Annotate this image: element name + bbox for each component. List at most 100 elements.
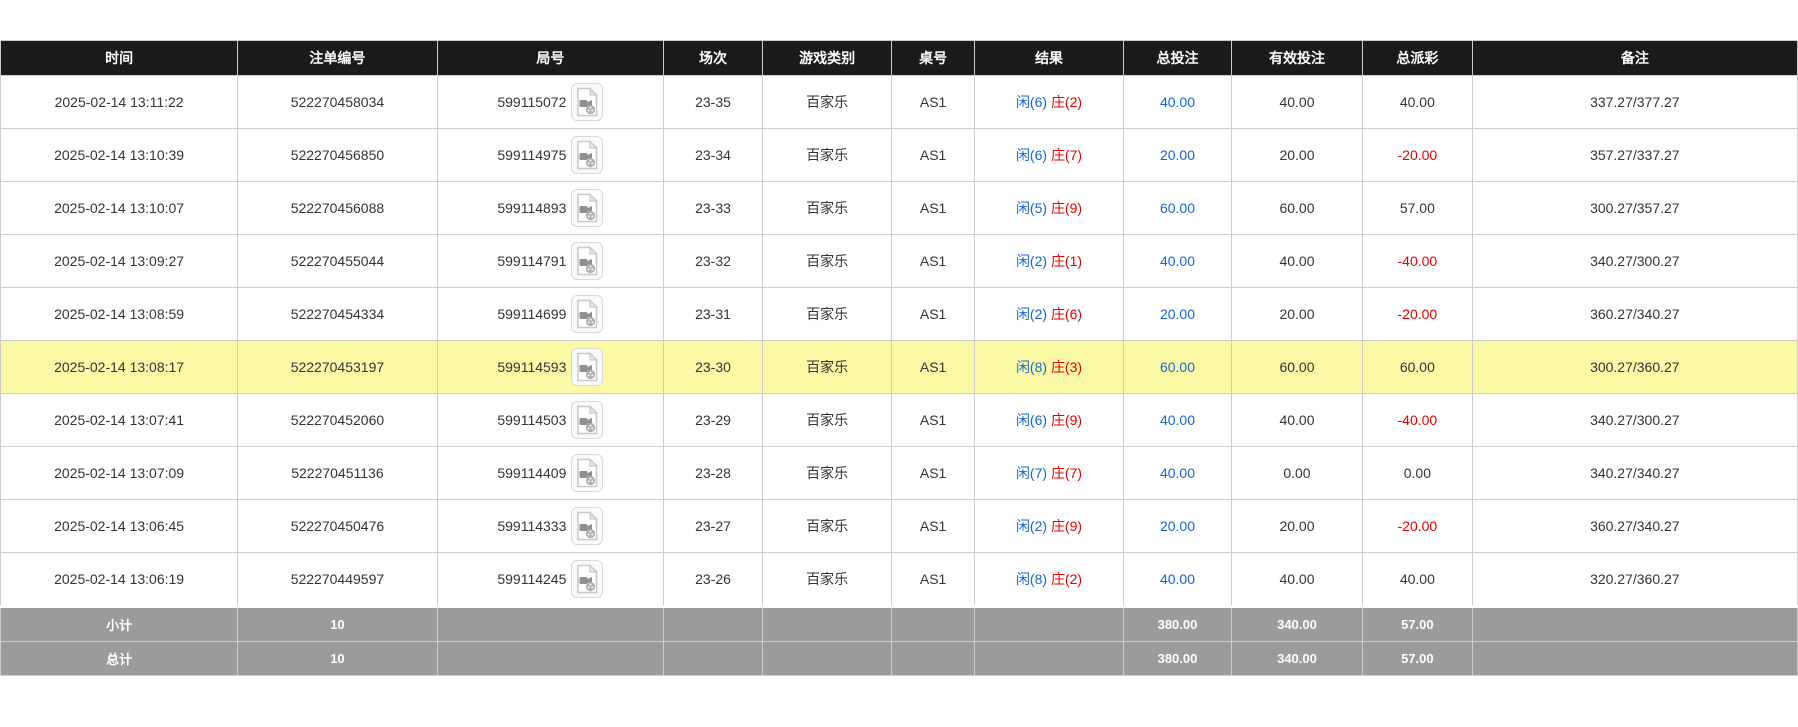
table-body: 2025-02-14 13:11:22 522270458034 5991150… bbox=[1, 76, 1798, 607]
table-header: 时间 注单编号 局号 场次 游戏类别 桌号 结果 总投注 有效投注 总派彩 备注 bbox=[1, 41, 1798, 76]
col-header-remark: 备注 bbox=[1472, 41, 1797, 76]
cell-session: 23-34 bbox=[664, 129, 763, 182]
cell-result: 闲(2) 庄(1) bbox=[974, 235, 1123, 288]
cell-round-id: 599114699 bbox=[437, 288, 663, 341]
cell-remark: 337.27/377.27 bbox=[1472, 76, 1797, 129]
result-player: 闲(2) bbox=[1016, 253, 1051, 269]
cell-remark: 300.27/357.27 bbox=[1472, 182, 1797, 235]
result-player: 闲(2) bbox=[1016, 518, 1051, 534]
replay-button[interactable] bbox=[571, 454, 603, 492]
cell-game-type: 百家乐 bbox=[762, 447, 891, 500]
col-header-bet-id: 注单编号 bbox=[238, 41, 437, 76]
video-replay-icon bbox=[575, 193, 599, 223]
cell-time: 2025-02-14 13:10:07 bbox=[1, 182, 238, 235]
col-header-result: 结果 bbox=[974, 41, 1123, 76]
replay-button[interactable] bbox=[571, 83, 603, 121]
cell-bet-id: 522270452060 bbox=[238, 394, 437, 447]
subtotal-count: 10 bbox=[238, 607, 437, 642]
cell-table-no: AS1 bbox=[892, 76, 975, 129]
cell-round-id: 599114791 bbox=[437, 235, 663, 288]
video-replay-icon bbox=[575, 87, 599, 117]
cell-game-type: 百家乐 bbox=[762, 500, 891, 553]
cell-valid-bet: 40.00 bbox=[1231, 394, 1362, 447]
cell-table-no: AS1 bbox=[892, 553, 975, 607]
cell-time: 2025-02-14 13:06:45 bbox=[1, 500, 238, 553]
cell-result: 闲(7) 庄(7) bbox=[974, 447, 1123, 500]
cell-bet-id: 522270453197 bbox=[238, 341, 437, 394]
cell-time: 2025-02-14 13:08:17 bbox=[1, 341, 238, 394]
cell-session: 23-29 bbox=[664, 394, 763, 447]
cell-round-id: 599114975 bbox=[437, 129, 663, 182]
col-header-total-bet: 总投注 bbox=[1124, 41, 1232, 76]
cell-result: 闲(6) 庄(9) bbox=[974, 394, 1123, 447]
cell-valid-bet: 20.00 bbox=[1231, 288, 1362, 341]
round-id-value: 599114699 bbox=[497, 306, 566, 322]
cell-result: 闲(8) 庄(2) bbox=[974, 553, 1123, 607]
cell-game-type: 百家乐 bbox=[762, 288, 891, 341]
video-replay-icon bbox=[575, 458, 599, 488]
cell-game-type: 百家乐 bbox=[762, 129, 891, 182]
cell-remark: 320.27/360.27 bbox=[1472, 553, 1797, 607]
cell-session: 23-28 bbox=[664, 447, 763, 500]
round-id-value: 599115072 bbox=[497, 94, 566, 110]
cell-round-id: 599114503 bbox=[437, 394, 663, 447]
cell-total-payout: -40.00 bbox=[1363, 394, 1473, 447]
table-footer: 小计 10 380.00 340.00 57.00 总计 10 380.00 3… bbox=[1, 607, 1798, 676]
video-replay-icon bbox=[575, 246, 599, 276]
cell-table-no: AS1 bbox=[892, 288, 975, 341]
cell-table-no: AS1 bbox=[892, 182, 975, 235]
table-row: 2025-02-14 13:11:22 522270458034 5991150… bbox=[1, 76, 1798, 129]
result-banker: 庄(2) bbox=[1051, 94, 1082, 110]
result-banker: 庄(9) bbox=[1051, 412, 1082, 428]
cell-total-payout: 40.00 bbox=[1363, 76, 1473, 129]
subtotal-valid-bet: 340.00 bbox=[1231, 607, 1362, 642]
replay-button[interactable] bbox=[571, 560, 603, 598]
cell-remark: 340.27/300.27 bbox=[1472, 235, 1797, 288]
replay-button[interactable] bbox=[571, 189, 603, 227]
cell-result: 闲(2) 庄(6) bbox=[974, 288, 1123, 341]
bet-records-table: 时间 注单编号 局号 场次 游戏类别 桌号 结果 总投注 有效投注 总派彩 备注… bbox=[0, 40, 1798, 676]
cell-table-no: AS1 bbox=[892, 500, 975, 553]
table-row: 2025-02-14 13:06:45 522270450476 5991143… bbox=[1, 500, 1798, 553]
cell-total-payout: 57.00 bbox=[1363, 182, 1473, 235]
video-replay-icon bbox=[575, 352, 599, 382]
grand-total-valid-bet: 340.00 bbox=[1231, 642, 1362, 676]
replay-button[interactable] bbox=[571, 348, 603, 386]
replay-button[interactable] bbox=[571, 295, 603, 333]
replay-button[interactable] bbox=[571, 507, 603, 545]
replay-button[interactable] bbox=[571, 136, 603, 174]
cell-total-bet: 40.00 bbox=[1124, 235, 1232, 288]
grand-total-total-bet: 380.00 bbox=[1124, 642, 1232, 676]
cell-result: 闲(8) 庄(3) bbox=[974, 341, 1123, 394]
table-row: 2025-02-14 13:07:41 522270452060 5991145… bbox=[1, 394, 1798, 447]
subtotal-row: 小计 10 380.00 340.00 57.00 bbox=[1, 607, 1798, 642]
cell-round-id: 599114333 bbox=[437, 500, 663, 553]
cell-game-type: 百家乐 bbox=[762, 341, 891, 394]
cell-round-id: 599114593 bbox=[437, 341, 663, 394]
cell-remark: 360.27/340.27 bbox=[1472, 500, 1797, 553]
cell-remark: 340.27/300.27 bbox=[1472, 394, 1797, 447]
cell-total-payout: -20.00 bbox=[1363, 129, 1473, 182]
cell-time: 2025-02-14 13:09:27 bbox=[1, 235, 238, 288]
bet-records-page: 时间 注单编号 局号 场次 游戏类别 桌号 结果 总投注 有效投注 总派彩 备注… bbox=[0, 0, 1798, 676]
cell-session: 23-26 bbox=[664, 553, 763, 607]
cell-total-payout: -40.00 bbox=[1363, 235, 1473, 288]
replay-button[interactable] bbox=[571, 401, 603, 439]
cell-bet-id: 522270455044 bbox=[238, 235, 437, 288]
table-row: 2025-02-14 13:10:39 522270456850 5991149… bbox=[1, 129, 1798, 182]
cell-valid-bet: 0.00 bbox=[1231, 447, 1362, 500]
col-header-valid-bet: 有效投注 bbox=[1231, 41, 1362, 76]
cell-table-no: AS1 bbox=[892, 129, 975, 182]
cell-bet-id: 522270458034 bbox=[238, 76, 437, 129]
replay-button[interactable] bbox=[571, 242, 603, 280]
subtotal-total-payout: 57.00 bbox=[1363, 607, 1473, 642]
cell-session: 23-33 bbox=[664, 182, 763, 235]
cell-game-type: 百家乐 bbox=[762, 394, 891, 447]
result-banker: 庄(3) bbox=[1051, 359, 1082, 375]
video-replay-icon bbox=[575, 299, 599, 329]
table-row: 2025-02-14 13:09:27 522270455044 5991147… bbox=[1, 235, 1798, 288]
cell-table-no: AS1 bbox=[892, 341, 975, 394]
cell-round-id: 599114893 bbox=[437, 182, 663, 235]
cell-round-id: 599114245 bbox=[437, 553, 663, 607]
cell-total-bet: 40.00 bbox=[1124, 553, 1232, 607]
